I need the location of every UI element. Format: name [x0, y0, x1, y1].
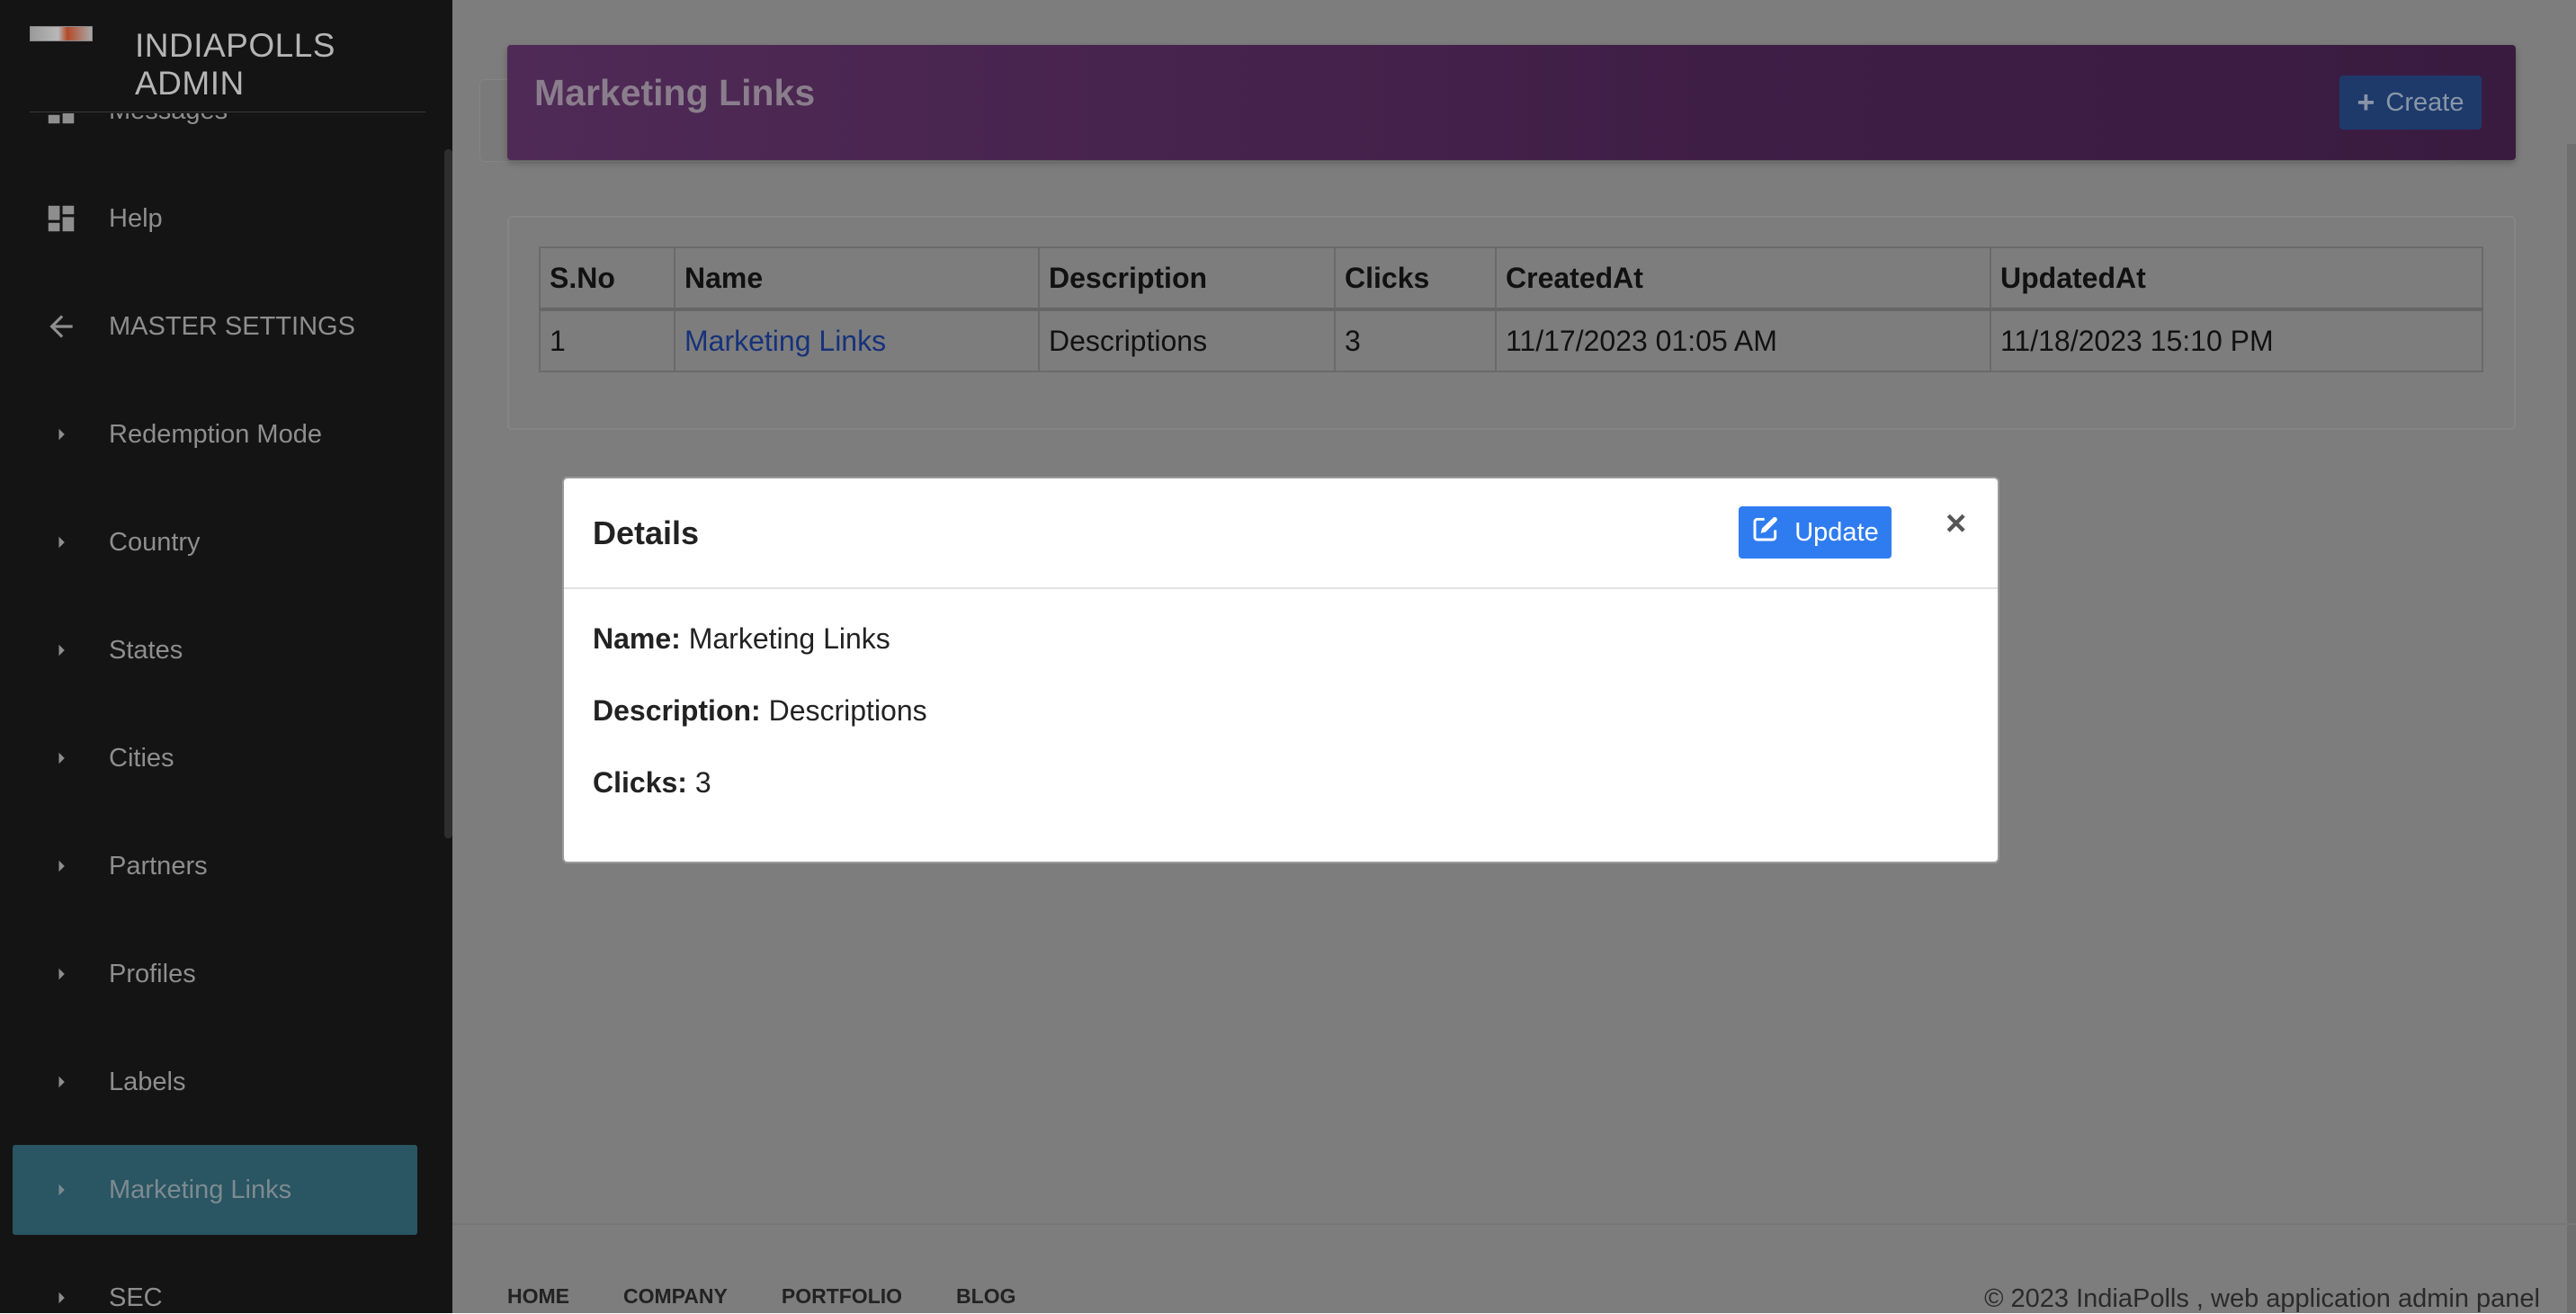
footer-link-company[interactable]: COMPANY [623, 1284, 728, 1309]
details-modal: Details Update × Name: Marketing Links D… [562, 477, 1999, 863]
sidebar-item-partners[interactable]: Partners [0, 821, 423, 911]
sidebar: Messages INDIAPOLLS ADMIN Help MASTER SE… [0, 0, 452, 1313]
sidebar-item-sec[interactable]: SEC [0, 1253, 423, 1313]
page-header: Marketing Links + Create [507, 45, 2516, 160]
sidebar-item-label: States [109, 635, 183, 665]
dashboard-icon [43, 201, 79, 237]
close-icon[interactable]: × [1945, 505, 1966, 541]
sidebar-item-label: Country [109, 527, 201, 557]
column-header-updatedat[interactable]: UpdatedAt [1990, 246, 2483, 311]
marketing-links-table: S.No Name Description Clicks CreatedAt U… [539, 246, 2483, 372]
sidebar-item-label: MASTER SETTINGS [109, 311, 355, 341]
table-card: S.No Name Description Clicks CreatedAt U… [507, 216, 2516, 430]
brand-title: INDIAPOLLS ADMIN [135, 27, 335, 102]
sidebar-scrollbar[interactable] [444, 149, 452, 838]
arrow-left-icon [43, 308, 79, 344]
detail-name-label: Name: [593, 622, 681, 655]
modal-title: Details [593, 514, 700, 551]
sidebar-item-help[interactable]: Help [0, 174, 423, 264]
sidebar-item-label: Marketing Links [109, 1175, 292, 1204]
sidebar-item-profiles[interactable]: Profiles [0, 929, 423, 1019]
caret-right-icon [43, 524, 79, 560]
modal-header: Details Update × [564, 478, 1998, 589]
cell-clicks: 3 [1334, 308, 1497, 372]
column-header-clicks[interactable]: Clicks [1334, 246, 1497, 311]
update-button-label: Update [1794, 517, 1879, 547]
sidebar-item-marketing-links[interactable]: Marketing Links [13, 1145, 417, 1235]
sidebar-item-master-settings[interactable]: MASTER SETTINGS [0, 282, 423, 371]
row-name-link[interactable]: Marketing Links [684, 325, 886, 357]
copyright-text: © 2023 IndiaPolls , web application admi… [1984, 1284, 2540, 1313]
footer-link-blog[interactable]: BLOG [956, 1284, 1015, 1309]
caret-right-icon [43, 956, 79, 992]
main-scrollbar[interactable] [2567, 144, 2576, 1313]
logo[interactable] [30, 26, 93, 41]
update-button[interactable]: Update [1739, 506, 1892, 559]
sidebar-item-states[interactable]: States [0, 605, 423, 695]
cell-name: Marketing Links [674, 308, 1040, 372]
detail-clicks-label: Clicks: [593, 766, 687, 799]
footer-link-portfolio[interactable]: PORTFOLIO [782, 1284, 902, 1309]
sidebar-item-label: Cities [109, 743, 174, 773]
caret-right-icon [43, 740, 79, 776]
detail-name-value: Marketing Links [688, 622, 890, 655]
footer-nav: HOME COMPANY PORTFOLIO BLOG [507, 1284, 1015, 1309]
detail-description-label: Description: [593, 694, 761, 727]
cell-createdat: 11/17/2023 01:05 AM [1495, 308, 1991, 372]
detail-description-value: Descriptions [768, 694, 927, 727]
column-header-sno[interactable]: S.No [539, 246, 675, 311]
sidebar-item-label: Partners [109, 851, 208, 880]
edit-icon [1751, 514, 1780, 550]
sidebar-item-country[interactable]: Country [0, 497, 423, 587]
sidebar-item-label: SEC [109, 1283, 163, 1312]
sidebar-item-label: Labels [109, 1067, 186, 1096]
caret-right-icon [43, 1280, 79, 1313]
plus-icon: + [2357, 85, 2375, 120]
table-header-row: S.No Name Description Clicks CreatedAt U… [539, 246, 2483, 311]
caret-right-icon [43, 632, 79, 668]
create-button-label: Create [2385, 87, 2464, 117]
sidebar-item-label: Profiles [109, 959, 196, 988]
cell-sno: 1 [539, 308, 675, 372]
sidebar-item-redemption-mode[interactable]: Redemption Mode [0, 389, 423, 479]
detail-clicks: Clicks: 3 [593, 766, 711, 800]
create-button[interactable]: + Create [2339, 76, 2482, 130]
footer-link-home[interactable]: HOME [507, 1284, 569, 1309]
table-row: 1 Marketing Links Descriptions 3 11/17/2… [539, 308, 2483, 372]
sidebar-item-labels[interactable]: Labels [0, 1037, 423, 1127]
sidebar-header: INDIAPOLLS ADMIN [0, 0, 452, 113]
caret-right-icon [43, 1172, 79, 1208]
caret-right-icon [43, 848, 79, 884]
footer-divider [452, 1223, 2576, 1225]
detail-name: Name: Marketing Links [593, 622, 890, 656]
page-title: Marketing Links [534, 72, 816, 113]
detail-clicks-value: 3 [694, 766, 711, 799]
sidebar-item-label: Help [109, 203, 163, 233]
sidebar-item-cities[interactable]: Cities [0, 713, 423, 803]
cell-description: Descriptions [1038, 308, 1336, 372]
column-header-name[interactable]: Name [674, 246, 1040, 311]
column-header-createdat[interactable]: CreatedAt [1495, 246, 1991, 311]
caret-right-icon [43, 416, 79, 452]
caret-right-icon [43, 1064, 79, 1100]
detail-description: Description: Descriptions [593, 694, 927, 728]
cell-updatedat: 11/18/2023 15:10 PM [1990, 308, 2483, 372]
sidebar-item-label: Redemption Mode [109, 419, 322, 449]
column-header-description[interactable]: Description [1038, 246, 1336, 311]
